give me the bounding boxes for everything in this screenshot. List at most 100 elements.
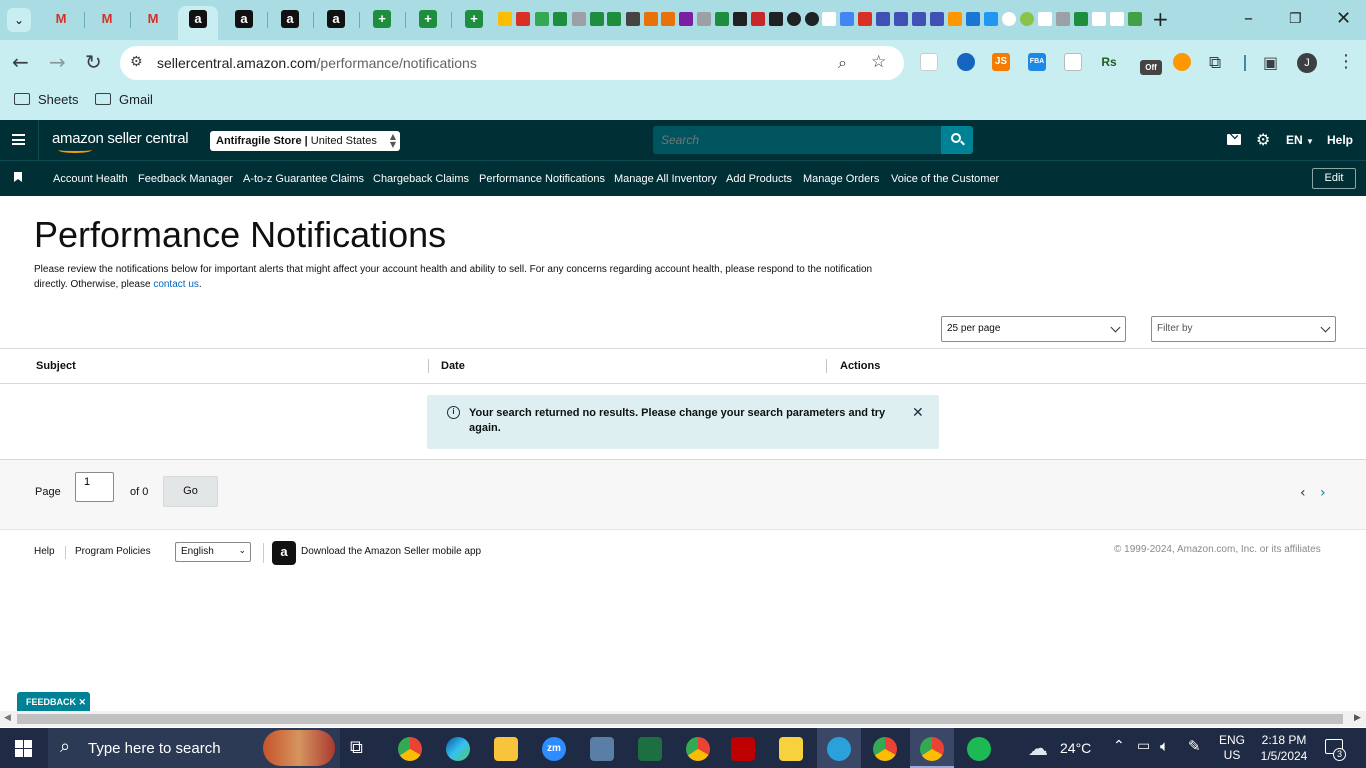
edge-taskbar-icon[interactable] — [446, 737, 470, 761]
extensions-puzzle-icon[interactable]: ⧉ — [1209, 53, 1221, 73]
column-header-date[interactable]: Date — [441, 360, 465, 372]
page-number-input[interactable] — [75, 472, 114, 502]
js-extension-icon[interactable]: JS — [992, 53, 1010, 71]
scrollbar-thumb[interactable] — [17, 714, 1343, 724]
calculator-icon[interactable] — [590, 737, 614, 761]
help-link[interactable]: Help — [1327, 133, 1353, 147]
pen-icon[interactable]: ✎ — [1188, 737, 1201, 755]
chrome-profile-taskbar-icon[interactable] — [686, 737, 710, 761]
bookmark-gmail[interactable]: Gmail — [95, 92, 153, 107]
gmail-tab-icon[interactable]: M — [144, 10, 162, 28]
extension-icon[interactable] — [1173, 53, 1191, 71]
settings-gear-icon[interactable]: ⚙ — [1256, 130, 1270, 149]
nav-manage-inventory[interactable]: Manage All Inventory — [614, 173, 717, 185]
horizontal-scrollbar[interactable]: ◀ ▶ — [0, 711, 1366, 727]
bookmark-icon[interactable] — [14, 172, 22, 182]
scroll-right-icon[interactable]: ▶ — [1354, 713, 1361, 723]
amazon-tab-icon[interactable]: a — [235, 10, 253, 28]
hamburger-menu-icon[interactable] — [12, 134, 25, 145]
amazon-tab-icon[interactable]: a — [281, 10, 299, 28]
column-header-subject[interactable]: Subject — [36, 360, 76, 372]
off-extension-icon[interactable]: Off — [1140, 60, 1162, 75]
footer-language-select[interactable]: English ⌄ — [175, 542, 251, 562]
bookmark-star-icon[interactable]: ☆ — [871, 52, 886, 72]
nav-voice-of-customer[interactable]: Voice of the Customer — [891, 173, 999, 185]
nav-manage-orders[interactable]: Manage Orders — [803, 173, 879, 185]
feedback-button[interactable]: FEEDBACK ✕ — [17, 692, 90, 711]
close-window-icon[interactable]: ✕ — [1336, 8, 1351, 29]
site-info-icon[interactable]: ⚙ — [130, 54, 143, 70]
tray-overflow-icon[interactable]: ⌃ — [1113, 738, 1125, 754]
input-language-indicator[interactable]: ENG US — [1219, 733, 1245, 763]
nav-account-health[interactable]: Account Health — [53, 173, 128, 185]
excel-taskbar-icon[interactable] — [638, 737, 662, 761]
filter-dropdown[interactable]: Filter by — [1151, 316, 1336, 342]
gmail-tab-icon[interactable]: M — [98, 10, 116, 28]
fba-extension-icon[interactable]: FBA — [1028, 53, 1046, 71]
previous-page-icon[interactable]: ‹ — [1300, 485, 1306, 501]
download-app-link[interactable]: Download the Amazon Seller mobile app — [301, 546, 481, 557]
url-text[interactable]: sellercentral.amazon.com/performance/not… — [157, 55, 477, 71]
battery-icon[interactable]: ▭ — [1137, 738, 1150, 754]
chrome-taskbar-icon[interactable] — [873, 737, 897, 761]
per-page-dropdown[interactable]: 25 per page — [941, 316, 1126, 342]
column-header-actions[interactable]: Actions — [840, 360, 880, 372]
search-input[interactable] — [653, 126, 941, 154]
file-explorer-icon[interactable] — [494, 737, 518, 761]
footer-help-link[interactable]: Help — [34, 546, 55, 557]
sheets-tab-icon[interactable]: + — [373, 10, 391, 28]
sheets-tab-icon[interactable]: + — [419, 10, 437, 28]
rs-extension-icon[interactable]: Rs — [1100, 53, 1118, 71]
sticky-notes-icon[interactable] — [779, 737, 803, 761]
address-bar[interactable]: ⚙ sellercentral.amazon.com/performance/n… — [120, 46, 904, 80]
scroll-left-icon[interactable]: ◀ — [4, 713, 11, 723]
tab-search-button[interactable]: ⌄ — [7, 8, 31, 32]
chrome-active-taskbar-item[interactable] — [910, 728, 954, 768]
edit-nav-button[interactable]: Edit — [1312, 168, 1356, 189]
amazon-tab-icon[interactable]: a — [189, 10, 207, 28]
contact-us-link[interactable]: contact us — [153, 279, 199, 290]
restore-icon[interactable]: ❐ — [1289, 11, 1302, 27]
seller-central-logo[interactable]: amazon seller central — [52, 130, 189, 153]
amazon-app-icon[interactable]: a — [272, 541, 296, 565]
bookmark-sheets[interactable]: Sheets — [14, 92, 78, 107]
mail-icon[interactable] — [1227, 130, 1241, 145]
next-page-icon[interactable]: › — [1320, 485, 1326, 501]
taskbar-search-box[interactable]: ⌕ Type here to search — [48, 728, 340, 768]
volume-icon[interactable]: 🔈︎ — [1160, 737, 1169, 755]
zoom-icon[interactable]: ⌕ — [838, 53, 847, 73]
search-button[interactable] — [941, 126, 973, 154]
new-tab-button[interactable]: + — [1152, 9, 1169, 29]
sheets-tab-icon[interactable]: + — [465, 10, 483, 28]
nav-add-products[interactable]: Add Products — [726, 173, 792, 185]
language-selector[interactable]: EN ▼ — [1286, 133, 1314, 147]
side-panel-icon[interactable]: ▣ — [1263, 53, 1278, 73]
zoom-taskbar-icon[interactable]: zm — [542, 737, 566, 761]
clock[interactable]: 2:18 PM 1/5/2024 — [1256, 732, 1312, 764]
chrome-taskbar-icon[interactable] — [398, 737, 422, 761]
telegram-taskbar-icon[interactable] — [817, 728, 861, 768]
reload-icon[interactable]: ↻ — [85, 52, 102, 72]
spotify-taskbar-icon[interactable] — [967, 737, 991, 761]
back-icon[interactable]: ← — [12, 52, 29, 72]
store-switcher[interactable]: Antifragile Store | United States ▲ ▼ — [210, 131, 400, 151]
nav-chargeback-claims[interactable]: Chargeback Claims — [373, 173, 469, 185]
weather-cloud-icon[interactable]: ☁ — [1028, 736, 1048, 760]
close-alert-icon[interactable]: ✕ — [912, 405, 924, 421]
gmail-tab-icon[interactable]: M — [52, 10, 70, 28]
nav-performance-notifications[interactable]: Performance Notifications — [479, 173, 605, 185]
windows-start-icon[interactable] — [15, 740, 32, 757]
extension-icon[interactable] — [920, 53, 938, 71]
nav-a-to-z-claims[interactable]: A-to-z Guarantee Claims — [243, 173, 364, 185]
profile-avatar[interactable]: J — [1297, 53, 1317, 73]
go-button[interactable]: Go — [163, 476, 218, 507]
extension-icon[interactable] — [957, 53, 975, 71]
minimize-icon[interactable]: – — [1244, 8, 1253, 29]
filezilla-taskbar-icon[interactable] — [731, 737, 755, 761]
nav-feedback-manager[interactable]: Feedback Manager — [138, 173, 233, 185]
forward-icon[interactable]: → — [49, 52, 66, 72]
footer-program-policies-link[interactable]: Program Policies — [75, 546, 151, 557]
weather-temperature[interactable]: 24°C — [1060, 740, 1091, 756]
browser-menu-icon[interactable]: ⋮ — [1337, 52, 1355, 72]
task-view-icon[interactable]: ⧉ — [350, 737, 363, 758]
